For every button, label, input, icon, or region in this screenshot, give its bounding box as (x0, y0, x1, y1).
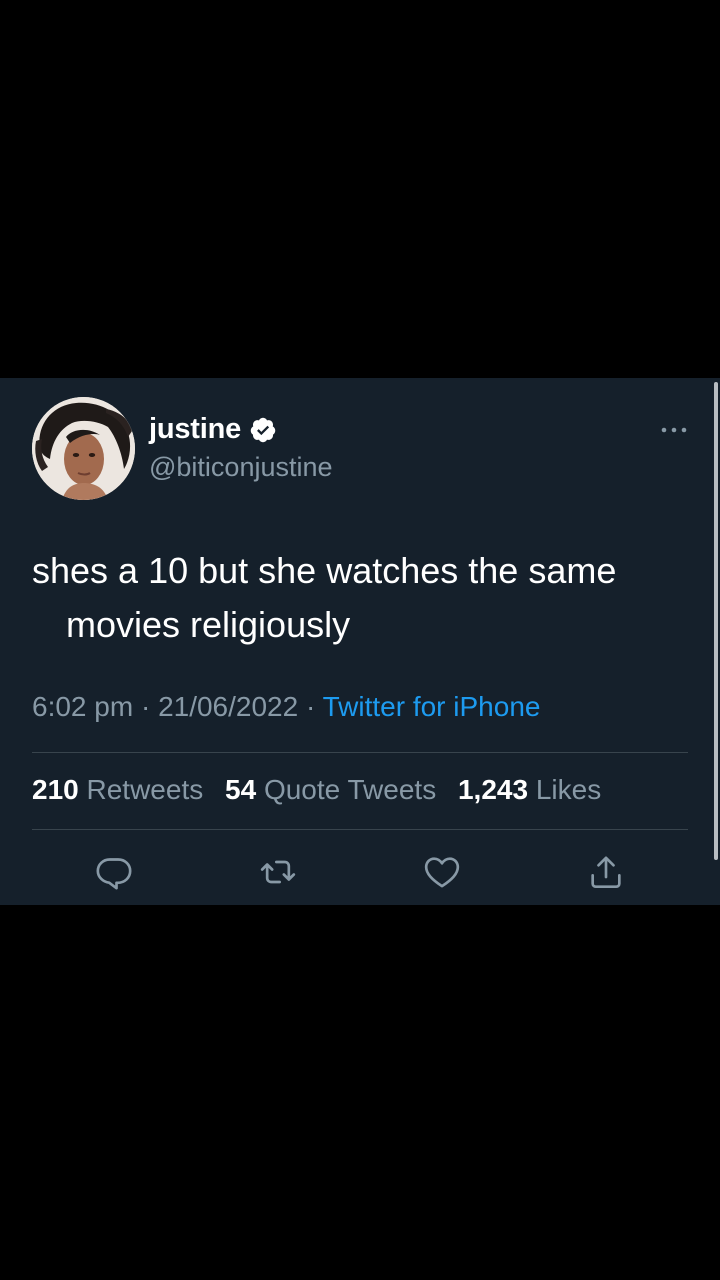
meta-separator: · (140, 691, 151, 722)
tweet-time[interactable]: 6:02 pm (32, 691, 133, 722)
quote-tweets-label: Quote Tweets (263, 774, 437, 805)
share-icon (591, 856, 621, 888)
retweet-button[interactable] (258, 852, 298, 892)
tweet-stats: 210 Retweets 54 Quote Tweets 1,243 Likes (32, 774, 615, 806)
tweet-text-line-2: movies religiously (66, 604, 351, 645)
verified-badge-icon (250, 417, 276, 442)
reply-icon (96, 858, 132, 890)
quote-tweets-count: 54 (225, 774, 257, 805)
likes-count: 1,243 (457, 774, 529, 805)
user-handle[interactable]: @biticonjustine (149, 452, 333, 483)
page: justine @biticonjustine shes a 10 but sh… (0, 0, 720, 1280)
display-name[interactable]: justine (149, 413, 241, 446)
like-button[interactable] (422, 852, 462, 892)
quote-tweets-stat[interactable]: 54 Quote Tweets (225, 774, 444, 805)
tweet-card: justine @biticonjustine shes a 10 but sh… (0, 378, 720, 905)
tweet-actions-bar (0, 852, 720, 892)
scrollbar[interactable] (714, 382, 718, 860)
retweets-count: 210 (32, 774, 79, 805)
tweet-date[interactable]: 21/06/2022 (158, 691, 298, 722)
heart-icon (424, 857, 460, 888)
tweet-text: shes a 10 but she watches the same movie… (32, 544, 702, 652)
retweet-icon (260, 860, 296, 884)
avatar[interactable] (32, 397, 135, 500)
divider (32, 752, 688, 753)
tweet-metadata: 6:02 pm · 21/06/2022 · Twitter for iPhon… (32, 691, 540, 723)
reply-button[interactable] (94, 852, 134, 892)
divider (32, 829, 688, 830)
likes-label: Likes (535, 774, 602, 805)
retweets-stat[interactable]: 210 Retweets (32, 774, 211, 805)
retweets-label: Retweets (86, 774, 204, 805)
author-name-row: justine (149, 413, 277, 446)
more-options-icon[interactable] (660, 420, 688, 440)
meta-separator: · (305, 691, 316, 722)
likes-stat[interactable]: 1,243 Likes (458, 774, 601, 805)
tweet-source-link[interactable]: Twitter for iPhone (323, 691, 541, 722)
share-button[interactable] (586, 852, 626, 892)
tweet-text-line-1: shes a 10 but she watches the same (32, 550, 617, 591)
